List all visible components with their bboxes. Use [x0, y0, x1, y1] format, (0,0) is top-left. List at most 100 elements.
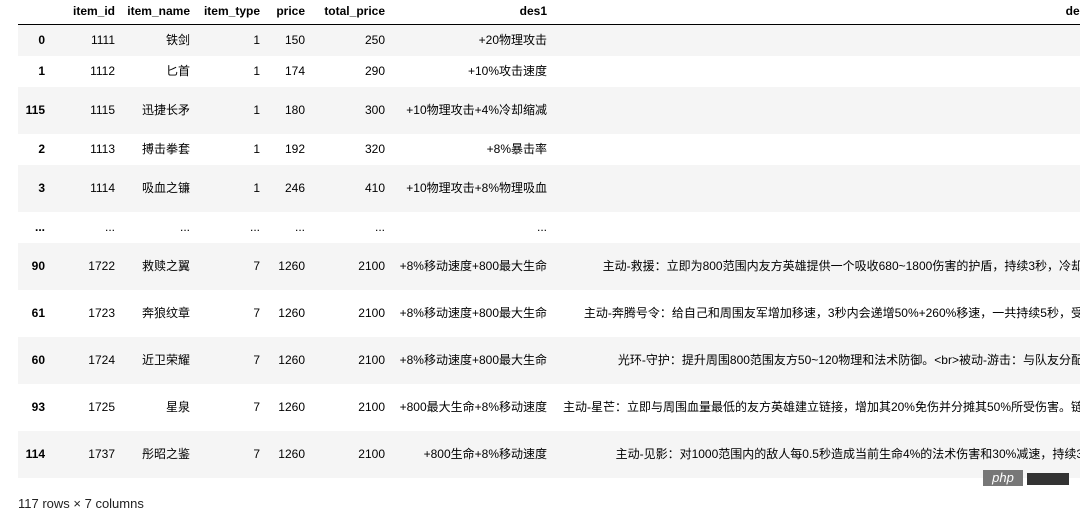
- header-row: item_id item_name item_type price total_pric…: [18, 0, 1080, 25]
- cell-item_id: 1112: [90, 64, 115, 78]
- cell-item_type: 1: [253, 33, 260, 48]
- cell-item_name: 铁剑: [165, 33, 190, 48]
- cell-total_price: 2100: [358, 400, 385, 414]
- cell-item_type: 7: [253, 353, 260, 367]
- cell-item_id: 1724: [88, 353, 115, 367]
- cell-des2: 主动-救援：立即为800范围内友方英雄提供一个吸收680~1800伤害的护盾，持…: [602, 259, 1080, 273]
- cell-price: 180: [284, 103, 305, 117]
- cell-total_price: 290: [364, 64, 385, 78]
- cell-des2: 主动-星芒：立即与周围血量最低的友方英雄建立链接，增加其20%免伤并分摊其50%…: [562, 400, 1080, 414]
- cell-item_name: 迅捷长矛: [141, 103, 190, 117]
- cell-des2: 光环-守护：提升周围800范围友方50~120物理和法术防御。<br>被动-游击…: [617, 353, 1080, 367]
- cell-price: 246: [284, 181, 305, 195]
- cell-des2: ...: [552, 212, 1080, 243]
- cell-des1: ...: [536, 220, 547, 234]
- table-row: 2 1113 搏击拳套 1 192 320 +8%暴击率: [18, 134, 1080, 165]
- cell-price: 1260: [278, 400, 305, 414]
- cell-item_name: ...: [179, 220, 190, 234]
- cell-des1: +10%攻击速度: [467, 64, 547, 78]
- cell-des1: +10物理攻击+4%冷却缩减: [406, 103, 547, 117]
- cell-item_type: 1: [253, 181, 260, 195]
- column-header-item_name: item_name: [120, 0, 195, 25]
- cell-des1: +20物理攻击: [478, 33, 547, 48]
- table-row: 90 1722 救赎之翼 7 1260 2100 +8%移动速度+800最大生命 主动-救援：…: [18, 242, 1080, 290]
- table-row: ........................: [18, 212, 1080, 243]
- row-index: 90: [31, 259, 45, 273]
- dataframe-table: item_id item_name item_type price total_pric…: [18, 0, 1080, 478]
- column-header-index: [18, 0, 50, 25]
- row-index: 61: [31, 306, 45, 320]
- table-row: 3 1114 吸血之镰 1 246 410 +10物理攻击+8%物理吸血: [18, 164, 1080, 212]
- cell-item_name: 吸血之镰: [141, 181, 190, 195]
- cell-item_name: 星泉: [165, 400, 190, 414]
- watermark-logo-dark: [1027, 473, 1069, 485]
- cell-total_price: 320: [364, 142, 385, 156]
- table-row: 0 1111 铁剑 1 150 250 +20物理攻击: [18, 24, 1080, 56]
- cell-des1: +800最大生命+8%移动速度: [399, 400, 547, 414]
- cell-item_type: 7: [253, 306, 260, 320]
- table-row: 115 1115 迅捷长矛 1 180 300 +10物理攻击+4%冷却缩减: [18, 86, 1080, 134]
- cell-item_type: 1: [253, 64, 260, 78]
- table-row: 60 1724 近卫荣耀 7 1260 2100 +8%移动速度+800最大生命 光环-守护：…: [18, 336, 1080, 384]
- cell-des1: +8%移动速度+800最大生命: [399, 259, 547, 273]
- table-row: 114 1737 彤昭之鉴 7 1260 2100 +800生命+8%移动速度 主动-见影：对…: [18, 430, 1080, 478]
- cell-price: 1260: [278, 353, 305, 367]
- cell-item_id: 1115: [90, 103, 115, 117]
- cell-des2: 主动-奔腾号令：给自己和周围友军增加移速，3秒内会递增50%+260%移速，一共…: [583, 306, 1080, 320]
- cell-item_id: ...: [104, 220, 115, 234]
- cell-item_type: 7: [253, 447, 260, 461]
- cell-item_type: 1: [253, 142, 260, 156]
- row-index: 3: [38, 181, 45, 195]
- cell-total_price: 410: [364, 181, 385, 195]
- cell-item_id: 1725: [88, 400, 115, 414]
- cell-total_price: 2100: [358, 447, 385, 461]
- table-row: 93 1725 星泉 7 1260 2100 +800最大生命+8%移动速度 主动-星芒：立即…: [18, 384, 1080, 431]
- cell-price: 192: [284, 142, 305, 156]
- cell-price: 150: [284, 33, 305, 48]
- row-index: 1: [38, 64, 45, 78]
- cell-total_price: 300: [364, 103, 385, 117]
- cell-price: 1260: [278, 447, 305, 461]
- cell-price: 1260: [278, 306, 305, 320]
- cell-des2: [552, 56, 1080, 87]
- row-index: 115: [25, 103, 45, 117]
- table-row: 61 1723 奔狼纹章 7 1260 2100 +8%移动速度+800最大生命 主动-奔腾号…: [18, 290, 1080, 337]
- cell-des1: +8%移动速度+800最大生命: [399, 353, 547, 367]
- cell-item_id: 1114: [90, 181, 115, 195]
- row-index: 114: [25, 447, 45, 461]
- cell-total_price: 250: [364, 33, 385, 48]
- cell-price: 174: [284, 64, 305, 78]
- cell-price: ...: [294, 220, 305, 234]
- cell-des2: [552, 25, 1080, 56]
- cell-total_price: ...: [374, 220, 385, 234]
- cell-item_name: 彤昭之鉴: [141, 447, 190, 461]
- cell-item_name: 搏击拳套: [141, 142, 190, 156]
- cell-item_type: 7: [253, 400, 260, 414]
- cell-des1: +8%暴击率: [486, 142, 547, 156]
- cell-item_id: 1111: [90, 33, 115, 48]
- column-header-item_id: item_id: [50, 0, 120, 25]
- cell-item_id: 1737: [88, 447, 115, 461]
- row-index: 93: [31, 400, 45, 414]
- cell-item_id: 1722: [88, 259, 115, 273]
- shape-summary: 117 rows × 7 columns: [18, 496, 144, 511]
- cell-total_price: 2100: [358, 259, 385, 273]
- cell-item_id: 1723: [88, 306, 115, 320]
- row-index: 2: [38, 142, 45, 156]
- row-index: 0: [38, 33, 45, 48]
- watermark-logo: php: [983, 470, 1023, 486]
- cell-des2: [552, 165, 1080, 212]
- row-index: ...: [34, 220, 45, 234]
- column-header-total_price: total_price: [310, 0, 390, 25]
- cell-item_id: 1113: [90, 142, 115, 156]
- cell-item_name: 近卫荣耀: [141, 353, 190, 367]
- cell-des2: [552, 87, 1080, 134]
- row-index: 60: [31, 353, 45, 367]
- cell-des1: +8%移动速度+800最大生命: [399, 306, 547, 320]
- cell-item_type: ...: [249, 220, 260, 234]
- column-header-des1: des1: [390, 0, 552, 25]
- cell-total_price: 2100: [358, 353, 385, 367]
- table-row: 1 1112 匕首 1 174 290 +10%攻击速度: [18, 56, 1080, 87]
- cell-des2: [552, 134, 1080, 165]
- column-header-price: price: [265, 0, 310, 25]
